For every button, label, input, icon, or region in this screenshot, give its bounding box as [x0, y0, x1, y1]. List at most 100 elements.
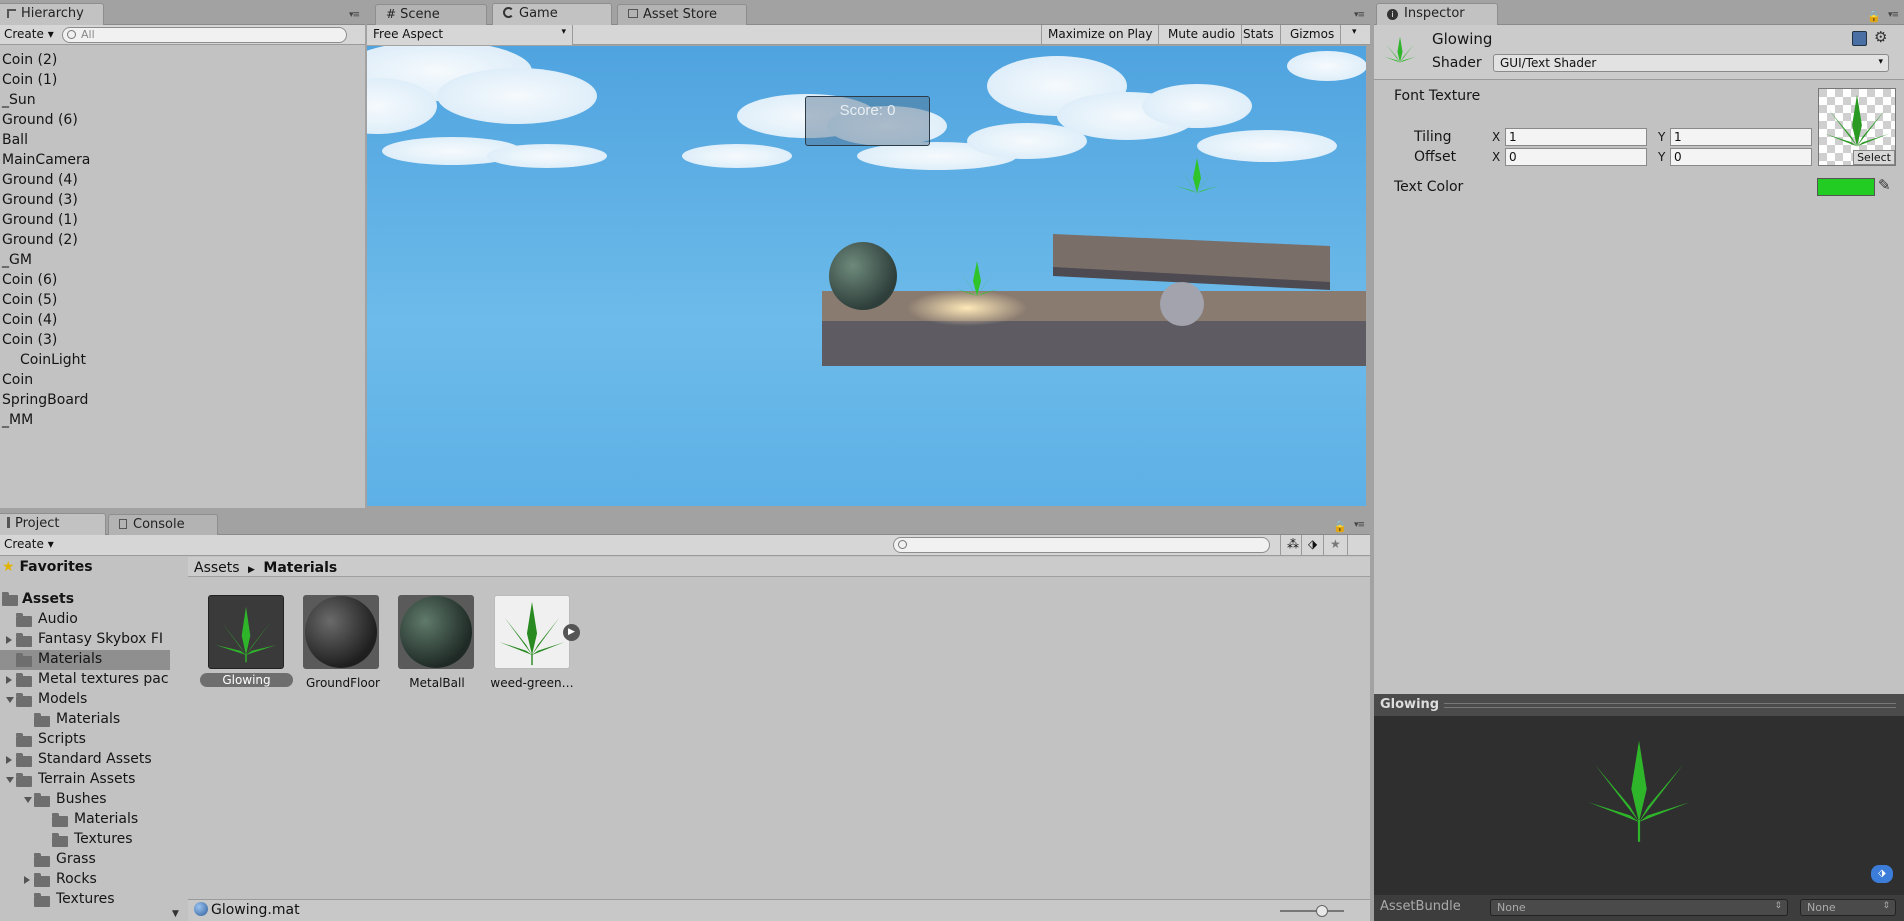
hierarchy-item[interactable]: Coin (6)	[2, 272, 57, 288]
gizmos-dropdown-icon[interactable]: ▾	[1346, 25, 1370, 45]
gizmos-toggle[interactable]: Gizmos	[1284, 25, 1342, 45]
expand-arrow-icon[interactable]	[24, 797, 32, 803]
project-folder-row[interactable]: Materials	[0, 650, 170, 670]
tab-console[interactable]: Console	[108, 514, 218, 536]
stats-toggle[interactable]: Stats	[1237, 25, 1281, 45]
preview-panel: Glowing ⬗ AssetBundle None ⇕ None ⇕	[1374, 694, 1904, 921]
offset-y-field[interactable]: 0	[1670, 148, 1812, 166]
folder-icon	[34, 893, 50, 907]
zoom-slider[interactable]	[1280, 905, 1344, 917]
inspector-panel-menu-icon[interactable]: ▾≡	[1888, 10, 1899, 20]
asset-weed-green-thumb[interactable]	[494, 595, 570, 669]
create-dropdown[interactable]: Create ▾	[0, 25, 60, 45]
offset-x-field[interactable]: 0	[1505, 148, 1647, 166]
hierarchy-item[interactable]: CoinLight	[20, 352, 86, 368]
favorite-star-icon[interactable]: ★	[1324, 535, 1348, 555]
asset-metalball-thumb[interactable]	[398, 595, 474, 669]
shader-dropdown[interactable]: GUI/Text Shader ▾	[1493, 54, 1889, 72]
folder-label: Grass	[56, 851, 96, 867]
hierarchy-item[interactable]: Ground (1)	[2, 212, 78, 228]
hierarchy-item[interactable]: MainCamera	[2, 152, 90, 168]
tiling-y-field[interactable]: 1	[1670, 128, 1812, 146]
material-name: Glowing	[1432, 30, 1493, 48]
tab-project[interactable]: Project	[0, 513, 106, 536]
asset-label-tag-icon[interactable]: ⬗	[1871, 865, 1893, 883]
project-create-dropdown[interactable]: Create ▾	[0, 535, 60, 555]
hierarchy-item[interactable]: Ground (2)	[2, 232, 78, 248]
text-color-swatch[interactable]	[1817, 178, 1875, 196]
hierarchy-item[interactable]: Ball	[2, 132, 28, 148]
texture-select-button[interactable]: Select	[1853, 150, 1895, 165]
hierarchy-item[interactable]: Coin (5)	[2, 292, 57, 308]
help-book-icon[interactable]	[1852, 31, 1867, 46]
ground-platform	[822, 290, 1366, 366]
center-panel-menu-icon[interactable]: ▾≡	[1354, 10, 1365, 20]
assets-root-label: Assets	[22, 591, 75, 607]
game-viewport[interactable]: Score: 0	[367, 46, 1366, 506]
expand-arrow-icon[interactable]	[6, 697, 14, 703]
hierarchy-item[interactable]: Coin (2)	[2, 52, 57, 68]
tiling-x-field[interactable]: 1	[1505, 128, 1647, 146]
hierarchy-item[interactable]: Coin (1)	[2, 72, 57, 88]
panel-menu-icon[interactable]: ▾≡	[349, 10, 360, 20]
expand-arrow-icon[interactable]	[6, 777, 14, 783]
hierarchy-item[interactable]: Ground (6)	[2, 112, 78, 128]
lock-icon[interactable]: 🔒	[1333, 520, 1347, 533]
hierarchy-item[interactable]: SpringBoard	[2, 392, 88, 408]
breadcrumb-assets[interactable]: Assets	[194, 560, 240, 576]
project-panel-menu-icon[interactable]: ▾≡	[1354, 520, 1365, 530]
folder-label: Bushes	[56, 791, 107, 807]
folder-label: Textures	[56, 891, 115, 907]
asset-groundfloor-thumb[interactable]	[303, 595, 379, 669]
filter-label-icon[interactable]: ⬗	[1302, 535, 1324, 555]
project-search-input[interactable]	[893, 537, 1270, 553]
hierarchy-search-input[interactable]: All	[62, 27, 347, 43]
coin-leaf-icon	[1174, 158, 1220, 193]
mute-label: Mute audio	[1168, 27, 1236, 41]
expand-arrow-icon[interactable]	[6, 636, 12, 644]
mute-audio-toggle[interactable]: Mute audio	[1162, 25, 1243, 45]
hierarchy-item[interactable]: Ground (4)	[2, 172, 78, 188]
eyedropper-icon[interactable]: ✎	[1878, 176, 1891, 194]
assetbundle-variant-dropdown[interactable]: None ⇕	[1800, 899, 1896, 916]
expand-arrow-icon[interactable]	[6, 756, 12, 764]
asset-groundfloor-label[interactable]: GroundFloor	[293, 676, 393, 690]
tab-hierarchy[interactable]: Hierarchy	[0, 3, 104, 26]
tree-scroll-down-icon[interactable]: ▼	[172, 909, 179, 919]
tiling-x-label: X	[1492, 130, 1501, 144]
tab-inspector[interactable]: i Inspector	[1376, 3, 1498, 26]
assetbundle-dropdown[interactable]: None ⇕	[1490, 899, 1788, 916]
hierarchy-item[interactable]: Coin (4)	[2, 312, 57, 328]
tab-game[interactable]: Game	[492, 3, 612, 26]
breadcrumb-materials[interactable]: Materials	[263, 560, 337, 576]
preview-header[interactable]: Glowing	[1374, 694, 1904, 716]
asset-glowing-thumb[interactable]	[208, 595, 284, 669]
tiling-x-value: 1	[1509, 130, 1517, 144]
expand-arrow-icon[interactable]	[6, 676, 12, 684]
folder-icon	[16, 753, 32, 767]
aspect-dropdown[interactable]: Free Aspect ▾	[367, 25, 573, 45]
hierarchy-item[interactable]: _GM	[2, 252, 32, 268]
inspector-lock-icon[interactable]: 🔒	[1867, 10, 1881, 23]
hierarchy-item[interactable]: Coin (3)	[2, 332, 57, 348]
tiling-y-label: Y	[1658, 130, 1666, 144]
zoom-slider-thumb[interactable]	[1316, 905, 1328, 917]
filter-type-icon[interactable]: ⁂	[1280, 535, 1302, 555]
tab-asset-store[interactable]: Asset Store	[617, 4, 747, 26]
expand-asset-icon[interactable]: ▶	[563, 624, 580, 641]
metal-ball	[829, 242, 897, 310]
asset-metalball-label[interactable]: MetalBall	[387, 676, 487, 690]
asset-glowing-label[interactable]: Glowing	[200, 673, 293, 687]
expand-arrow-icon[interactable]	[24, 876, 30, 884]
maximize-on-play-toggle[interactable]: Maximize on Play	[1041, 25, 1160, 45]
hierarchy-item[interactable]: _MM	[2, 412, 33, 428]
asset-weed-green-label[interactable]: weed-green…	[482, 676, 582, 690]
favorites-row[interactable]: ★ Favorites	[2, 559, 93, 575]
hierarchy-item[interactable]: Ground (3)	[2, 192, 78, 208]
hierarchy-item[interactable]: Coin	[2, 372, 33, 388]
settings-gear-icon[interactable]: ⚙	[1874, 28, 1887, 46]
tab-scene[interactable]: # Scene	[375, 4, 487, 26]
hierarchy-item[interactable]: _Sun	[2, 92, 36, 108]
drag-handle-icon	[1444, 703, 1896, 708]
font-texture-slot[interactable]: Select	[1818, 88, 1896, 166]
